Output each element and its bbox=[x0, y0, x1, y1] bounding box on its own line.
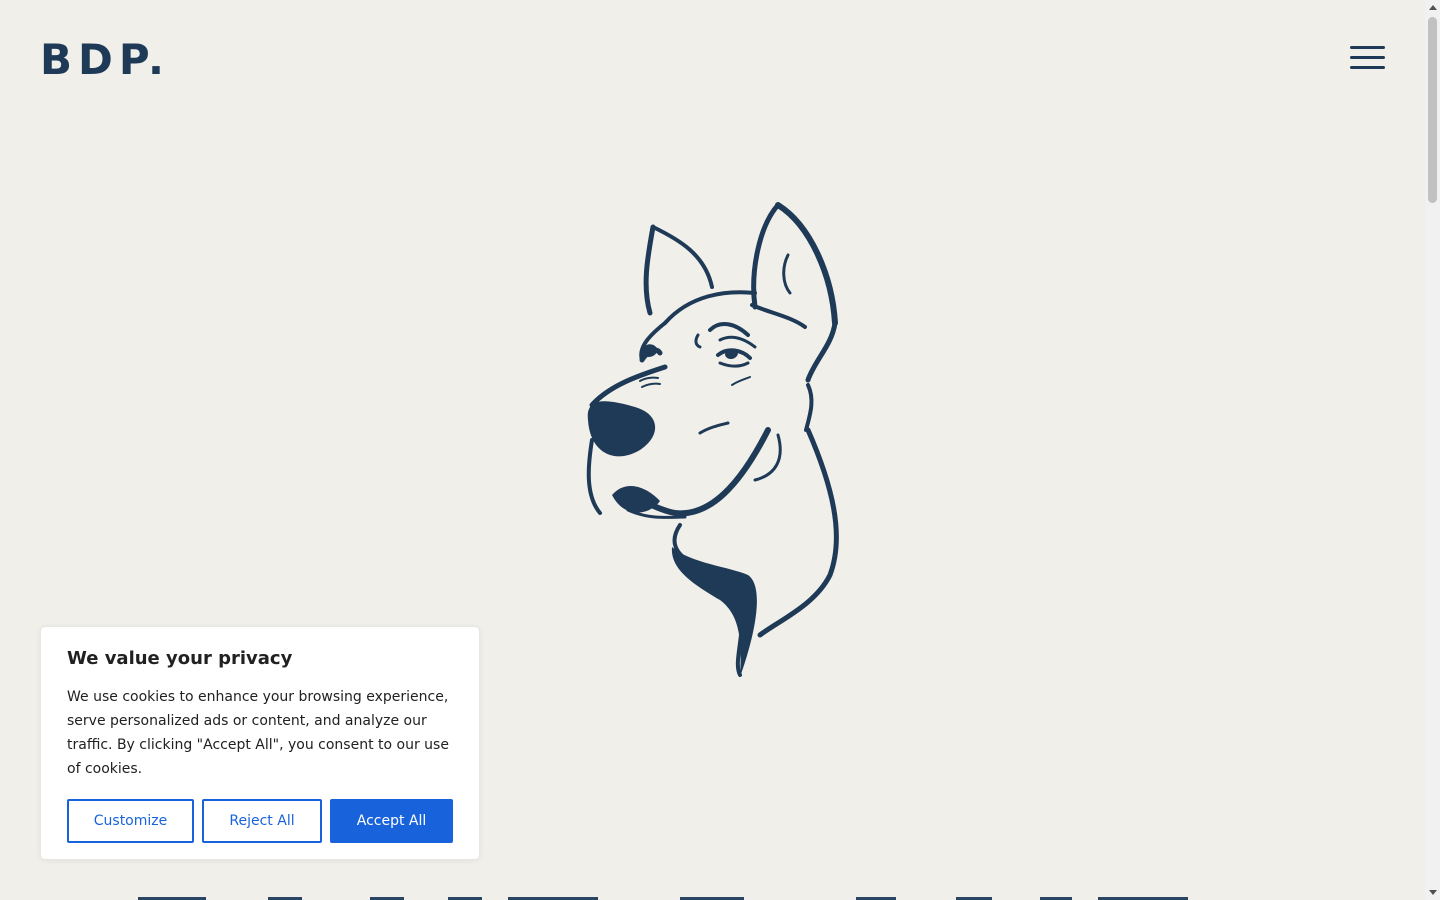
hamburger-menu-icon[interactable] bbox=[1348, 42, 1388, 74]
reject-all-button[interactable]: Reject All bbox=[202, 799, 322, 843]
cookie-banner-title: We value your privacy bbox=[67, 648, 293, 669]
customize-button[interactable]: Customize bbox=[67, 799, 194, 843]
cookie-consent-banner: We value your privacy We use cookies to … bbox=[40, 626, 480, 860]
page: BDP. We value your privacy We use cookie… bbox=[0, 0, 1425, 900]
scroll-down-arrow-icon[interactable] bbox=[1425, 885, 1440, 900]
accept-all-button[interactable]: Accept All bbox=[330, 799, 453, 843]
dog-illustration bbox=[586, 202, 839, 677]
vertical-scrollbar[interactable] bbox=[1425, 0, 1440, 900]
logo[interactable]: BDP. bbox=[40, 36, 170, 84]
scroll-up-arrow-icon[interactable] bbox=[1425, 0, 1440, 15]
cookie-banner-text: We use cookies to enhance your browsing … bbox=[67, 689, 449, 777]
cookie-banner-actions: Customize Reject All Accept All bbox=[67, 799, 453, 843]
scrollbar-thumb[interactable] bbox=[1428, 17, 1437, 203]
